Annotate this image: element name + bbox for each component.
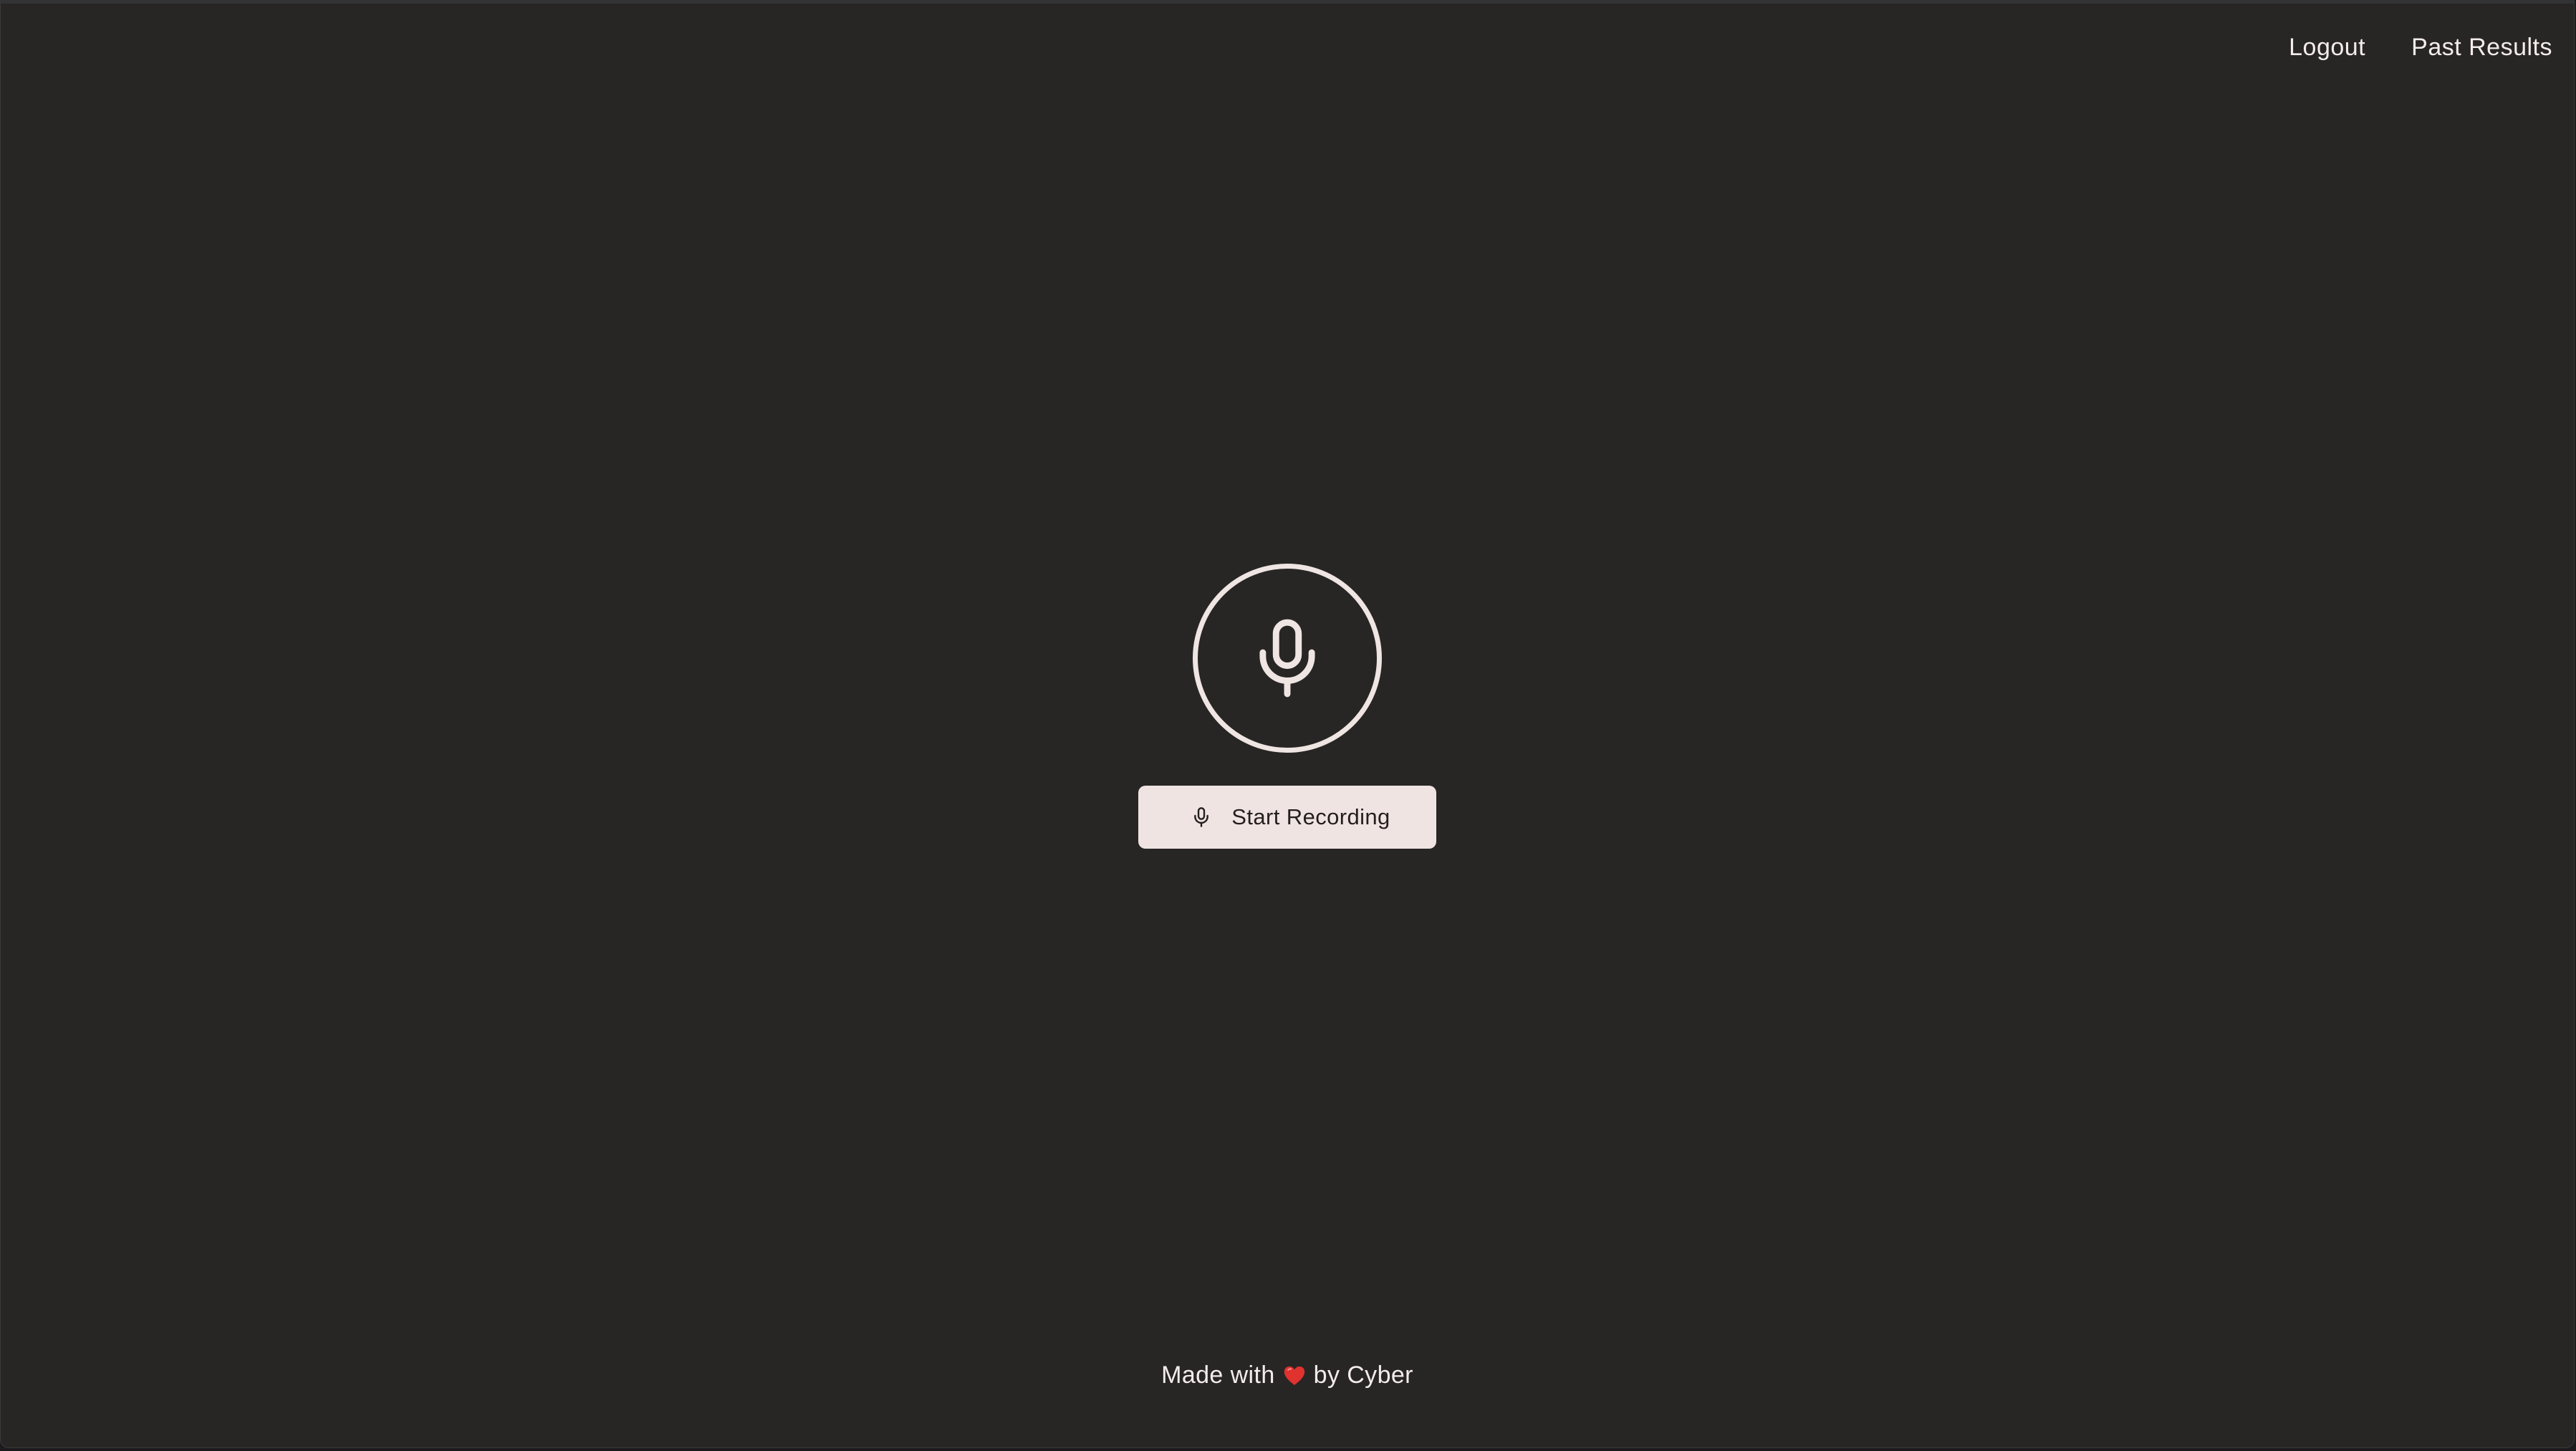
app-window: Logout Past Results Start Recording Made… — [0, 0, 2575, 1448]
footer: Made with by Cyber — [1, 1361, 2574, 1389]
logout-link[interactable]: Logout — [2289, 31, 2365, 64]
start-recording-label: Start Recording — [1231, 804, 1390, 829]
microphone-icon — [1259, 619, 1315, 698]
footer-suffix: by Cyber — [1313, 1361, 1413, 1389]
footer-prefix: Made with — [1161, 1361, 1275, 1389]
recorder-panel: Start Recording — [1, 564, 2574, 849]
start-recording-button[interactable]: Start Recording — [1138, 786, 1436, 849]
past-results-link[interactable]: Past Results — [2411, 31, 2552, 64]
top-nav: Logout Past Results — [2289, 31, 2552, 64]
microphone-icon — [1190, 806, 1213, 829]
microphone-button[interactable] — [1193, 564, 1382, 753]
heart-icon — [1282, 1364, 1307, 1388]
